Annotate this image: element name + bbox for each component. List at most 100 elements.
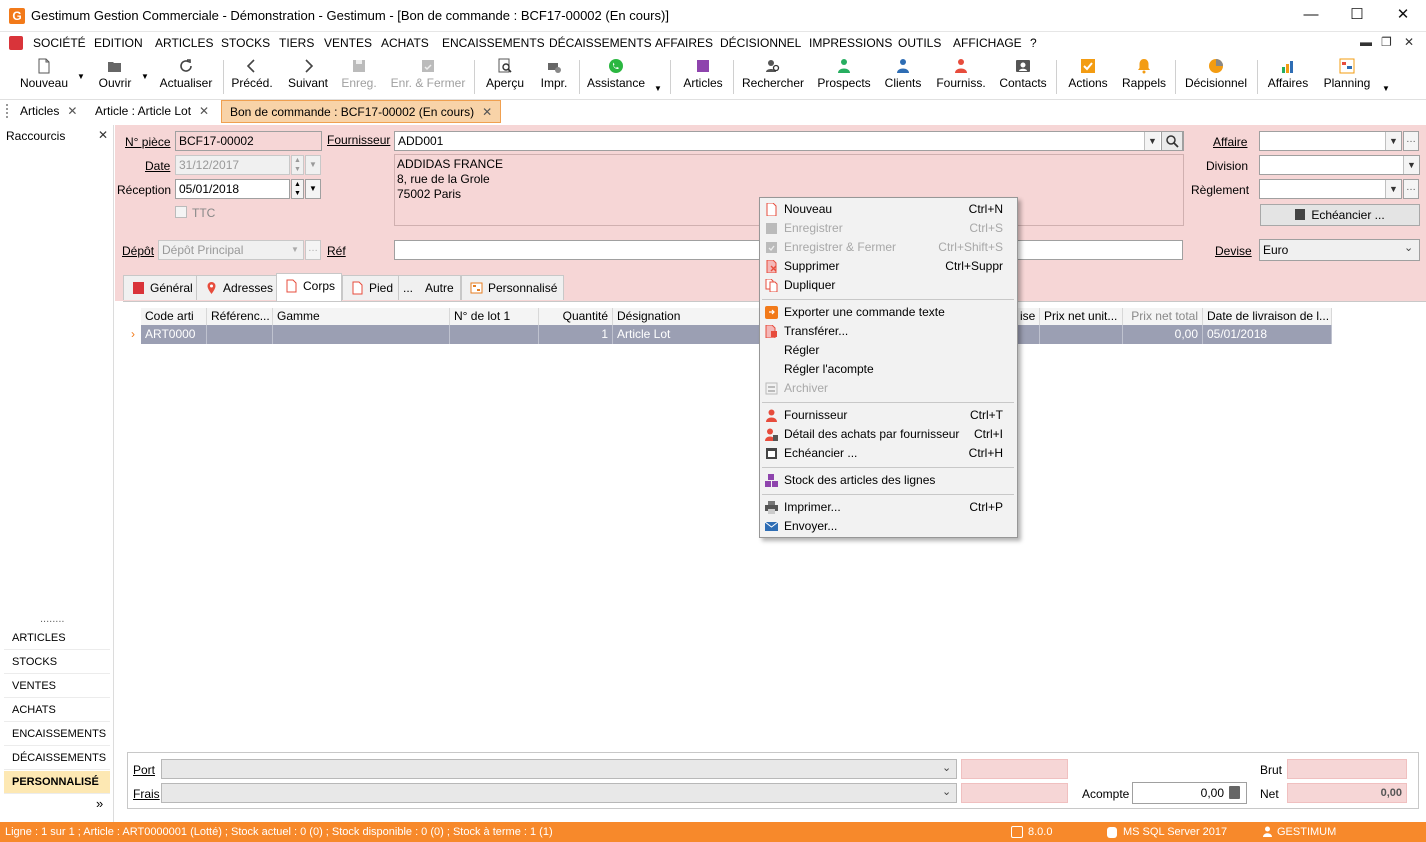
decisionnel-button[interactable]: Décisionnel bbox=[1182, 58, 1250, 96]
fournisseur-search-icon[interactable] bbox=[1161, 131, 1183, 151]
assistance-button[interactable]: Assistance bbox=[585, 58, 647, 96]
toolbar-overflow-icon[interactable]: ▼ bbox=[1382, 84, 1390, 93]
precedent-button[interactable]: Précéd. bbox=[230, 58, 274, 96]
port-select[interactable] bbox=[161, 759, 957, 779]
menu-societe[interactable]: SOCIÉTÉ bbox=[33, 36, 86, 50]
devise-chevron-down-icon[interactable]: ⌄ bbox=[1404, 241, 1413, 254]
close-window-icon[interactable]: ✕ bbox=[1380, 0, 1426, 30]
ctx-fournisseur[interactable]: Fournisseur Ctrl+T bbox=[761, 406, 1014, 425]
reception-field[interactable]: 05/01/2018 bbox=[175, 179, 290, 199]
shortcut-personnalise[interactable]: PERSONNALISÉ bbox=[4, 771, 110, 794]
menu-ventes[interactable]: VENTES bbox=[324, 36, 372, 50]
frais-chevron-down-icon[interactable]: ⌄ bbox=[942, 785, 951, 798]
actions-button[interactable]: Actions bbox=[1064, 58, 1112, 96]
reglement-dropdown-icon[interactable]: ▼ bbox=[1385, 180, 1401, 198]
ctx-imprimer[interactable]: Imprimer... Ctrl+P bbox=[761, 498, 1014, 517]
brut-field[interactable] bbox=[1287, 759, 1407, 779]
menu-articles[interactable]: ARTICLES bbox=[155, 36, 213, 50]
col-header-date-livraison[interactable]: Date de livraison de l... bbox=[1203, 308, 1332, 325]
menu-affaires[interactable]: AFFAIRES bbox=[655, 36, 713, 50]
ctx-supprimer[interactable]: Supprimer Ctrl+Suppr bbox=[761, 257, 1014, 276]
menu-help[interactable]: ? bbox=[1030, 36, 1037, 50]
doc-tab-articles[interactable]: Articles ✕ bbox=[12, 100, 85, 123]
table-row-cell[interactable]: 05/01/2018 bbox=[1203, 325, 1332, 344]
nouveau-button[interactable]: Nouveau bbox=[16, 58, 72, 96]
col-header-remise[interactable]: ise bbox=[1016, 308, 1040, 325]
table-row-cell[interactable] bbox=[207, 325, 273, 344]
affaire-dropdown-icon[interactable]: ▼ bbox=[1385, 132, 1401, 150]
ctx-echeancier[interactable]: Echéancier ... Ctrl+H bbox=[761, 444, 1014, 463]
fournisseurs-button[interactable]: Fourniss. bbox=[935, 58, 987, 96]
close-tab-icon[interactable]: ✕ bbox=[482, 105, 492, 119]
ctx-stock-articles-lignes[interactable]: Stock des articles des lignes bbox=[761, 471, 1014, 490]
echeancier-button[interactable]: Echéancier ... bbox=[1260, 204, 1420, 226]
mdi-restore-icon[interactable]: ❐ bbox=[1381, 35, 1392, 49]
ctx-detail-achats-fournisseur[interactable]: Détail des achats par fournisseur Ctrl+I bbox=[761, 425, 1014, 444]
tab-general[interactable]: Général bbox=[123, 275, 200, 300]
ctx-archiver[interactable]: Archiver bbox=[761, 379, 1014, 398]
affaire-ellipsis-button[interactable]: … bbox=[1403, 131, 1419, 151]
table-row-cell[interactable]: 1 bbox=[539, 325, 613, 344]
ctx-dupliquer[interactable]: Dupliquer bbox=[761, 276, 1014, 295]
menu-decaissements[interactable]: DÉCAISSEMENTS bbox=[549, 36, 652, 50]
table-row-cell[interactable] bbox=[450, 325, 539, 344]
table-row-cell[interactable]: 0,00 bbox=[1123, 325, 1203, 344]
menu-decisionnel[interactable]: DÉCISIONNEL bbox=[720, 36, 801, 50]
shortcut-articles[interactable]: ARTICLES bbox=[4, 627, 110, 650]
shortcut-stocks[interactable]: STOCKS bbox=[4, 651, 110, 674]
table-row-cell[interactable] bbox=[1016, 325, 1040, 344]
close-panel-icon[interactable]: ✕ bbox=[98, 128, 108, 142]
port-amount-field[interactable] bbox=[961, 759, 1068, 779]
menu-outils[interactable]: OUTILS bbox=[898, 36, 941, 50]
col-header-quantite[interactable]: Quantité bbox=[539, 308, 613, 325]
shortcut-decaissements[interactable]: DÉCAISSEMENTS bbox=[4, 747, 110, 770]
ttc-checkbox[interactable] bbox=[175, 206, 187, 218]
division-dropdown-icon[interactable]: ▼ bbox=[1403, 156, 1419, 174]
clients-button[interactable]: Clients bbox=[882, 58, 924, 96]
tab-adresses[interactable]: Adresses bbox=[196, 275, 281, 300]
close-tab-icon[interactable]: ✕ bbox=[67, 104, 77, 118]
imprimer-button[interactable]: Impr. bbox=[536, 58, 572, 96]
menu-achats[interactable]: ACHATS bbox=[381, 36, 429, 50]
ctx-regler-acompte[interactable]: Régler l'acompte bbox=[761, 360, 1014, 379]
fournisseur-dropdown-icon[interactable]: ▼ bbox=[1144, 132, 1160, 150]
col-header-prix-net-unitaire[interactable]: Prix net unit... bbox=[1040, 308, 1123, 325]
tab-personnalise[interactable]: Personnalisé bbox=[461, 275, 565, 300]
depot-dropdown-icon[interactable]: ▼ bbox=[287, 241, 303, 259]
menu-affichage[interactable]: AFFICHAGE bbox=[953, 36, 1022, 50]
close-tab-icon[interactable]: ✕ bbox=[199, 104, 209, 118]
shortcut-achats[interactable]: ACHATS bbox=[4, 699, 110, 722]
apercu-button[interactable]: Aperçu bbox=[484, 58, 526, 96]
table-row-cell[interactable] bbox=[1040, 325, 1123, 344]
npiece-field[interactable]: BCF17-00002 bbox=[175, 131, 322, 151]
menu-edition[interactable]: EDITION bbox=[94, 36, 143, 50]
ctx-nouveau[interactable]: Nouveau Ctrl+N bbox=[761, 200, 1014, 219]
affaires-button[interactable]: Affaires bbox=[1264, 58, 1312, 96]
gestimum-app-icon[interactable]: G bbox=[9, 8, 25, 24]
port-chevron-down-icon[interactable]: ⌄ bbox=[942, 761, 951, 774]
ctx-exporter-commande-texte[interactable]: Exporter une commande texte bbox=[761, 303, 1014, 322]
table-row-cell[interactable]: ART0000 bbox=[141, 325, 207, 344]
tab-autre[interactable]: ... Autre bbox=[398, 275, 461, 300]
articles-button[interactable]: Articles bbox=[680, 58, 726, 96]
calculator-icon[interactable] bbox=[1229, 786, 1240, 799]
table-row-cell[interactable]: Article Lot bbox=[613, 325, 760, 344]
ouvrir-button[interactable]: Ouvrir bbox=[94, 58, 136, 96]
ctx-enregistrer-fermer[interactable]: Enregistrer & Fermer Ctrl+Shift+S bbox=[761, 238, 1014, 257]
tab-corps[interactable]: Corps bbox=[276, 273, 343, 301]
mdi-minimize-icon[interactable]: ▬ bbox=[1360, 35, 1372, 49]
ctx-regler[interactable]: Régler bbox=[761, 341, 1014, 360]
date-field[interactable]: 31/12/2017 bbox=[175, 155, 290, 175]
enregistrer-button[interactable]: Enreg. bbox=[339, 58, 379, 96]
tab-pied[interactable]: Pied bbox=[342, 275, 401, 300]
col-header-reference[interactable]: Référenc... bbox=[207, 308, 273, 325]
suivant-button[interactable]: Suivant bbox=[285, 58, 331, 96]
minimize-icon[interactable]: — bbox=[1288, 0, 1334, 30]
shortcut-ventes[interactable]: VENTES bbox=[4, 675, 110, 698]
actualiser-button[interactable]: Actualiser bbox=[156, 58, 216, 96]
menu-tiers[interactable]: TIERS bbox=[279, 36, 314, 50]
reception-spinner-icon[interactable]: ▲ ▼ bbox=[291, 179, 304, 199]
doc-tab-bon-de-commande[interactable]: Bon de commande : BCF17-00002 (En cours)… bbox=[221, 100, 502, 123]
fournisseur-field[interactable]: ADD001 bbox=[394, 131, 1184, 151]
depot-ellipsis-button[interactable]: … bbox=[305, 240, 321, 260]
